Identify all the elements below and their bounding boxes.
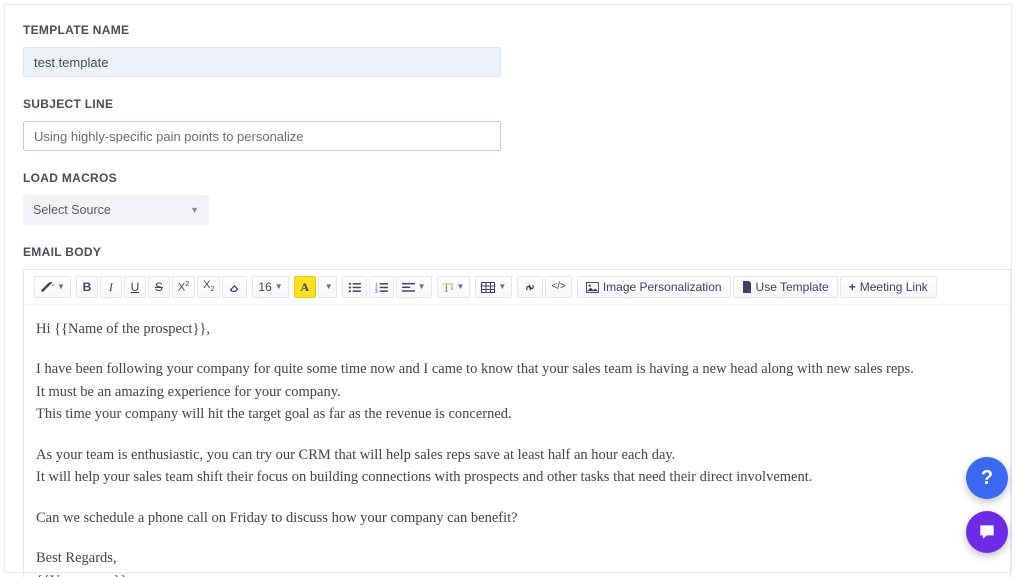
align-icon	[402, 282, 415, 293]
subject-line-input[interactable]	[23, 121, 501, 151]
chevron-down-icon: ▼	[498, 283, 506, 291]
underline-button[interactable]: U	[124, 276, 146, 298]
load-macros-group: LOAD MACROS Select Source ▼	[23, 171, 1011, 225]
font-format-icon: T	[443, 281, 451, 294]
email-body-editor[interactable]: Hi {{Name of the prospect}}, I have been…	[24, 305, 1010, 577]
ordered-list-button[interactable]: 123	[369, 276, 394, 298]
code-view-button[interactable]: </>	[545, 276, 571, 298]
chevron-down-icon: ▼	[275, 283, 283, 291]
template-name-group: TEMPLATE NAME	[23, 23, 1011, 77]
strikethrough-button[interactable]: S	[148, 276, 170, 298]
text-color-more-button[interactable]: ▼	[318, 276, 337, 298]
subject-line-label: SUBJECT LINE	[23, 97, 1011, 111]
body-line: Can we schedule a phone call on Friday t…	[36, 508, 998, 529]
use-template-button[interactable]: Use Template	[733, 276, 838, 298]
help-icon: ?	[981, 467, 993, 490]
font-size-value: 16	[258, 281, 271, 293]
link-icon	[523, 282, 537, 293]
help-fab[interactable]: ?	[966, 457, 1008, 499]
chevron-down-icon: ▼	[325, 283, 333, 291]
template-name-label: TEMPLATE NAME	[23, 23, 1011, 37]
svg-text:3: 3	[375, 289, 378, 293]
body-line: Best Regards,	[36, 548, 998, 569]
body-line: This time your company will hit the targ…	[36, 404, 998, 425]
subject-line-group: SUBJECT LINE	[23, 97, 1011, 151]
magic-wand-button[interactable]: ▼	[34, 276, 71, 298]
chat-icon	[977, 522, 997, 542]
template-name-input[interactable]	[23, 47, 501, 77]
rich-text-editor: ▼ B I U S X2 X2	[23, 269, 1011, 577]
source-select-value: Select Source	[33, 203, 111, 217]
image-personalization-label: Image Personalization	[603, 281, 722, 293]
file-icon	[742, 281, 752, 293]
editor-toolbar: ▼ B I U S X2 X2	[24, 270, 1010, 305]
bullet-list-icon	[348, 282, 361, 293]
body-line: Hi {{Name of the prospect}},	[36, 319, 998, 340]
source-select[interactable]: Select Source ▼	[23, 195, 209, 225]
meeting-link-label: Meeting Link	[860, 281, 928, 293]
chevron-down-icon: ▼	[190, 205, 199, 215]
text-color-icon: A	[300, 281, 309, 293]
link-button[interactable]	[517, 276, 543, 298]
subscript-button[interactable]: X2	[197, 276, 220, 298]
paragraph-align-button[interactable]: ▼	[396, 276, 432, 298]
bold-button[interactable]: B	[76, 276, 98, 298]
magic-wand-icon	[40, 281, 54, 293]
body-line: I have been following your company for q…	[36, 359, 998, 380]
image-personalization-button[interactable]: Image Personalization	[577, 276, 731, 298]
meeting-link-button[interactable]: + Meeting Link	[840, 276, 937, 298]
body-line: It will help your sales team shift their…	[36, 467, 998, 488]
image-icon	[586, 282, 599, 293]
clear-format-button[interactable]	[222, 276, 247, 298]
plus-icon: +	[849, 281, 856, 293]
code-icon: </>	[551, 282, 565, 292]
font-size-button[interactable]: 16 ▼	[252, 276, 288, 298]
font-format-button[interactable]: T I ▼	[437, 276, 471, 298]
use-template-label: Use Template	[756, 281, 829, 293]
body-line: As your team is enthusiastic, you can tr…	[36, 445, 998, 466]
eraser-icon	[228, 282, 241, 293]
email-body-group: EMAIL BODY ▼ B I U S X2	[23, 245, 1011, 577]
superscript-button[interactable]: X2	[172, 276, 195, 298]
chat-fab[interactable]	[966, 511, 1008, 553]
text-color-button[interactable]: A	[294, 276, 316, 298]
numbered-list-icon: 123	[375, 282, 388, 293]
body-line: {{Your name}}	[36, 571, 998, 577]
chevron-down-icon: ▼	[57, 283, 65, 291]
italic-button[interactable]: I	[100, 276, 122, 298]
unordered-list-button[interactable]	[342, 276, 367, 298]
chevron-down-icon: ▼	[418, 283, 426, 291]
table-button[interactable]: ▼	[475, 276, 512, 298]
template-editor-panel: TEMPLATE NAME SUBJECT LINE LOAD MACROS S…	[4, 4, 1012, 573]
email-body-label: EMAIL BODY	[23, 245, 1011, 259]
load-macros-label: LOAD MACROS	[23, 171, 1011, 185]
body-line: It must be an amazing experience for you…	[36, 382, 998, 403]
chevron-down-icon: ▼	[457, 283, 465, 291]
table-icon	[481, 282, 495, 293]
